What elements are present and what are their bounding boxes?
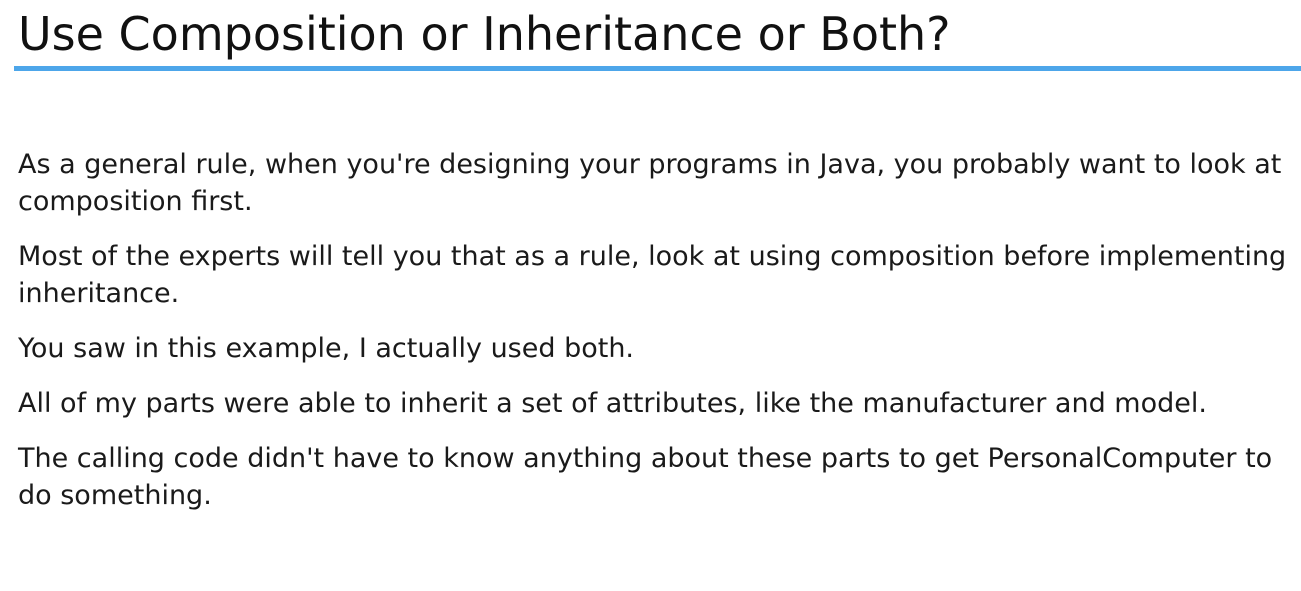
slide-title: Use Composition or Inheritance or Both? (18, 7, 951, 61)
paragraph-used-both: You saw in this example, I actually used… (18, 333, 635, 364)
paragraph-experts-rule: Most of the experts will tell you that a… (18, 241, 1287, 309)
paragraph-inherit-attributes: All of my parts were able to inherit a s… (18, 388, 1207, 419)
title-underline (14, 66, 1301, 71)
slide-body: As a general rule, when you're designing… (18, 146, 1293, 532)
paragraph-calling-code: The calling code didn't have to know any… (18, 443, 1273, 511)
slide: Use Composition or Inheritance or Both? … (0, 0, 1301, 591)
paragraph-composition-first: As a general rule, when you're designing… (18, 149, 1282, 217)
